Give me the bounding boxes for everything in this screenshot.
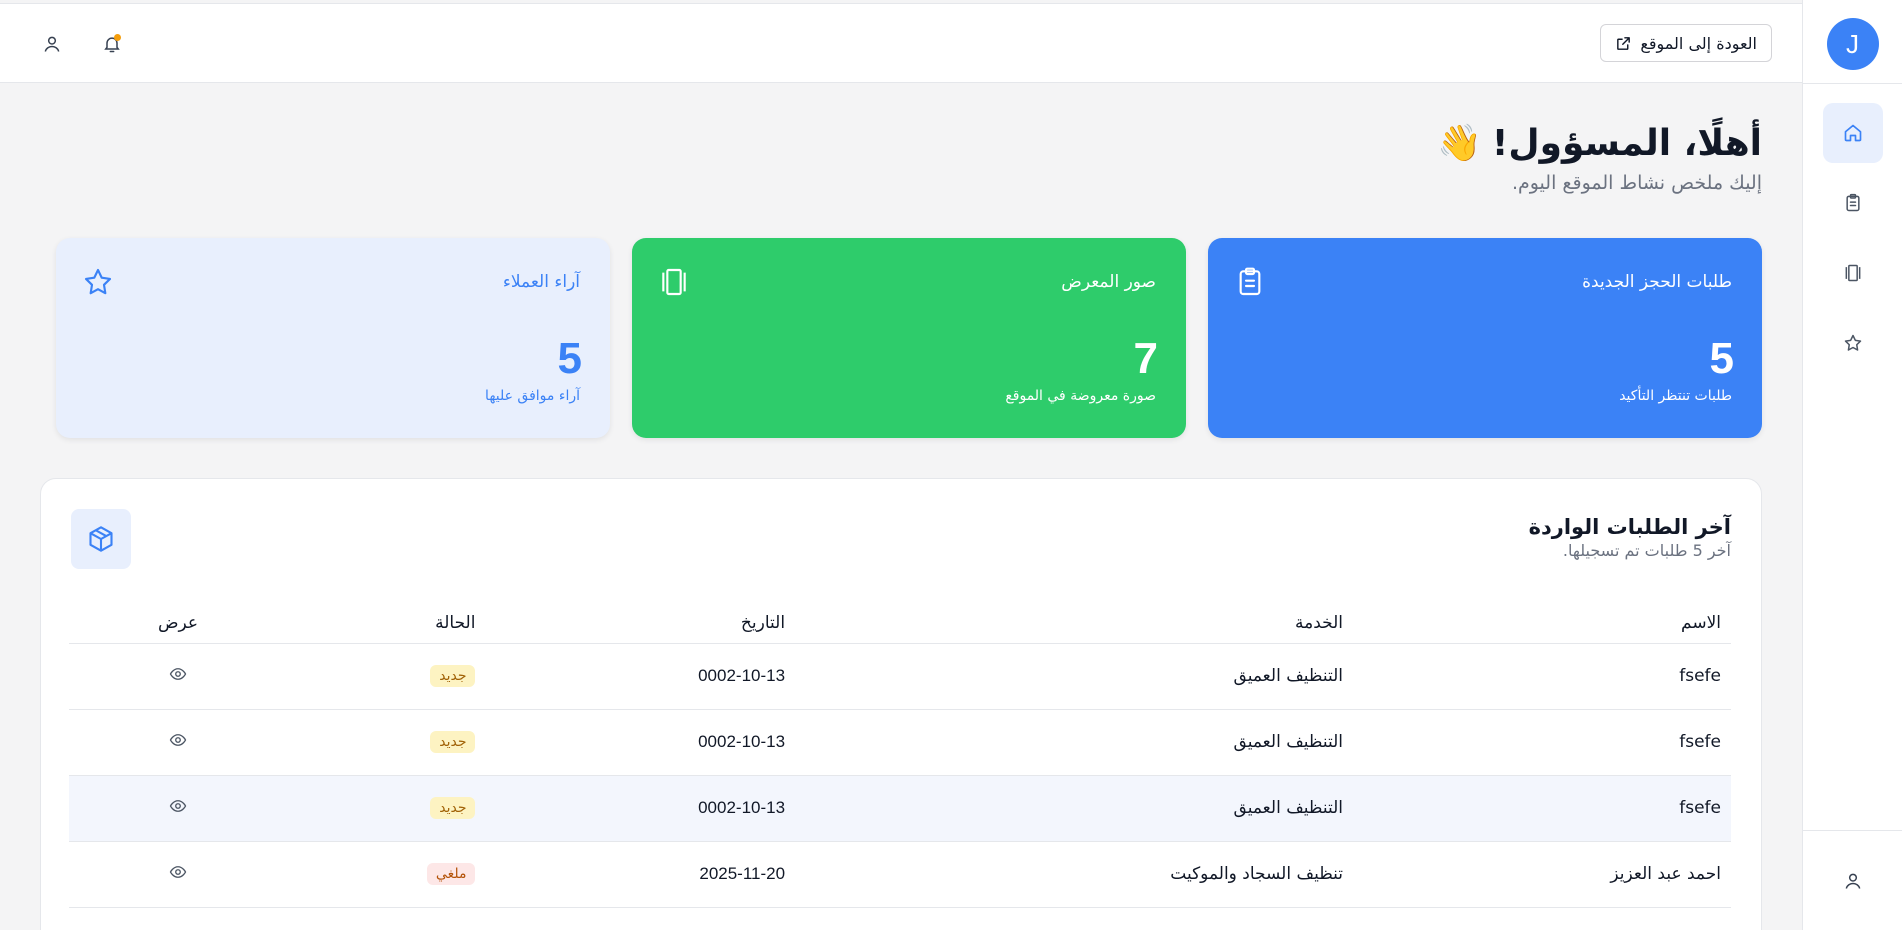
sidebar: J bbox=[1802, 0, 1902, 930]
avatar[interactable]: J bbox=[1826, 18, 1879, 70]
orders-table: الاسم الخدمة التاريخ الحالة عرض fsefe ال… bbox=[69, 603, 1731, 908]
eye-icon[interactable] bbox=[169, 665, 187, 683]
col-date-header: التاريخ bbox=[485, 603, 796, 644]
profile-button[interactable] bbox=[40, 32, 64, 56]
bookings-stat-card[interactable]: طلبات الحجز الجديدة 5 طلبات تنتظر التأكي… bbox=[1208, 238, 1762, 438]
external-link-icon bbox=[1617, 36, 1631, 50]
gallery-stat-card[interactable]: صور المعرض 7 صورة معروضة في الموقع bbox=[632, 238, 1186, 438]
gallery-icon bbox=[662, 268, 686, 296]
col-status-header: الحالة bbox=[287, 603, 486, 644]
cell-service: التنظيف العميق bbox=[795, 709, 1354, 776]
box-icon bbox=[89, 526, 113, 552]
cell-date: 2025-11-20 bbox=[485, 841, 796, 908]
sidebar-nav bbox=[1822, 103, 1883, 373]
sidebar-item-gallery[interactable] bbox=[1823, 243, 1883, 303]
card-value: 5 bbox=[1709, 334, 1734, 383]
page-title: أهلًا، المسؤول! 👋 bbox=[1437, 122, 1762, 165]
card-value: 7 bbox=[1133, 334, 1158, 383]
waving-hand-icon: 👋 bbox=[1437, 123, 1482, 164]
cell-name: fsefe bbox=[1353, 643, 1731, 710]
cell-view bbox=[69, 775, 287, 842]
card-description: صورة معروضة في الموقع bbox=[1005, 388, 1156, 404]
eye-icon[interactable] bbox=[169, 797, 187, 815]
col-name-header: الاسم bbox=[1353, 603, 1731, 644]
back-to-site-button[interactable]: العودة إلى الموقع bbox=[1600, 24, 1772, 62]
sidebar-item-reviews[interactable] bbox=[1823, 313, 1883, 373]
cell-view bbox=[69, 709, 287, 776]
col-view-header: عرض bbox=[69, 603, 287, 644]
eye-icon[interactable] bbox=[169, 731, 187, 749]
status-badge: جديد bbox=[430, 731, 476, 753]
back-to-site-label: العودة إلى الموقع bbox=[1640, 33, 1757, 53]
sidebar-divider bbox=[1802, 83, 1902, 84]
recent-orders-panel: آخر الطلبات الواردة آخر 5 طلبات تم تسجيل… bbox=[40, 478, 1762, 930]
user-icon bbox=[1845, 873, 1860, 889]
cell-view bbox=[69, 643, 287, 710]
eye-icon[interactable] bbox=[169, 863, 187, 881]
gallery-icon bbox=[1845, 264, 1860, 282]
panel-subtitle: آخر 5 طلبات تم تسجيلها. bbox=[1562, 541, 1731, 560]
top-header: العودة إلى الموقع bbox=[0, 3, 1802, 83]
table-row: fsefe التنظيف العميق 0002-10-13 جديد bbox=[69, 709, 1731, 776]
card-value: 5 bbox=[557, 334, 582, 383]
cell-name: fsefe bbox=[1353, 775, 1731, 842]
cell-date: 0002-10-13 bbox=[485, 643, 796, 710]
star-icon bbox=[1844, 334, 1861, 351]
notifications-button[interactable] bbox=[100, 32, 124, 56]
cell-view bbox=[69, 841, 287, 908]
table-row: fsefe التنظيف العميق 0002-10-13 جديد bbox=[69, 643, 1731, 710]
welcome-title-text: أهلًا، المسؤول! bbox=[1491, 122, 1762, 164]
table-row: fsefe التنظيف العميق 0002-10-13 جديد bbox=[69, 775, 1731, 842]
card-title: طلبات الحجز الجديدة bbox=[1582, 272, 1732, 292]
status-badge: جديد bbox=[430, 797, 476, 819]
card-title: صور المعرض bbox=[1061, 272, 1156, 292]
col-service-header: الخدمة bbox=[795, 603, 1354, 644]
notification-dot bbox=[114, 34, 121, 41]
cell-name: fsefe bbox=[1353, 709, 1731, 776]
cell-status: جديد bbox=[287, 709, 486, 776]
card-description: آراء موافق عليها bbox=[485, 388, 580, 404]
clipboard-icon bbox=[1239, 267, 1261, 296]
status-badge: ملغي bbox=[426, 863, 476, 885]
cell-service: التنظيف العميق bbox=[795, 775, 1354, 842]
status-badge: جديد bbox=[430, 665, 476, 687]
sidebar-item-bookings[interactable] bbox=[1823, 173, 1883, 233]
panel-title: آخر الطلبات الواردة bbox=[1528, 515, 1731, 539]
card-title: آراء العملاء bbox=[502, 272, 580, 292]
reviews-stat-card[interactable]: آراء العملاء 5 آراء موافق عليها bbox=[56, 238, 610, 438]
card-description: طلبات تنتظر التأكيد bbox=[1619, 388, 1732, 404]
home-icon bbox=[1844, 124, 1861, 142]
user-icon bbox=[44, 36, 60, 52]
cell-status: ملغي bbox=[287, 841, 486, 908]
cell-service: التنظيف العميق bbox=[795, 643, 1354, 710]
cell-status: جديد bbox=[287, 775, 486, 842]
clipboard-icon bbox=[1845, 193, 1860, 212]
sidebar-profile[interactable] bbox=[1802, 830, 1902, 930]
table-row: احمد عبد العزيز تنظيف السجاد والموكيت 20… bbox=[69, 841, 1731, 908]
cell-status: جديد bbox=[287, 643, 486, 710]
cell-date: 0002-10-13 bbox=[485, 709, 796, 776]
box-icon-badge bbox=[71, 509, 131, 569]
sidebar-item-home[interactable] bbox=[1822, 103, 1883, 163]
cell-name: احمد عبد العزيز bbox=[1353, 841, 1731, 908]
cell-date: 0002-10-13 bbox=[485, 775, 796, 842]
table-header-row: الاسم الخدمة التاريخ الحالة عرض bbox=[69, 603, 1731, 644]
star-icon bbox=[84, 268, 112, 295]
page-subtitle: إليك ملخص نشاط الموقع اليوم. bbox=[1511, 172, 1762, 194]
cell-service: تنظيف السجاد والموكيت bbox=[795, 841, 1354, 908]
